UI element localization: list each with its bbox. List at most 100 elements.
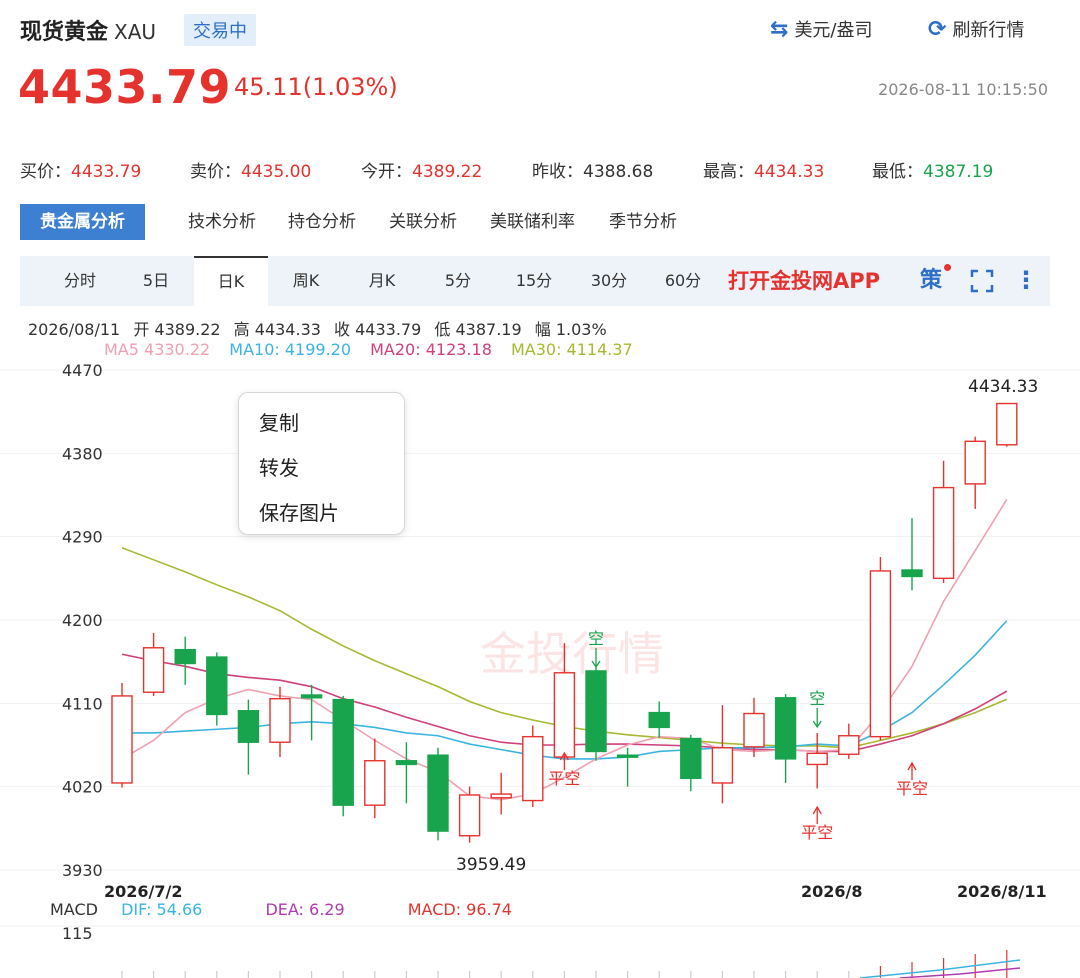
candle-down xyxy=(901,518,923,591)
y-tick-label: 4020 xyxy=(62,778,103,797)
candle-body xyxy=(901,569,923,578)
more-menu-button[interactable]: ⋮ xyxy=(1014,256,1038,304)
candle-body xyxy=(237,710,260,743)
candle-body xyxy=(522,735,544,802)
ohlc-date: 2026/08/11 xyxy=(28,320,121,339)
y-tick-label: 4380 xyxy=(62,444,103,463)
bid-stat: 买价：4433.79 xyxy=(20,157,141,182)
tab-seasonal[interactable]: 季节分析 xyxy=(609,204,677,240)
macd-title: MACD xyxy=(50,900,98,919)
prev-close-stat: 昨收：4388.68 xyxy=(532,157,653,182)
candle-body xyxy=(300,694,323,699)
tab-technical[interactable]: 技术分析 xyxy=(188,204,256,240)
trading-status-badge: 交易中 xyxy=(184,14,256,46)
tab-monthly-k[interactable]: 月K xyxy=(344,256,420,306)
candle-up xyxy=(111,682,133,788)
ma-legend: MA5 4330.22 MA10: 4199.20 MA20: 4123.18 … xyxy=(104,340,647,359)
candle-body xyxy=(269,698,291,743)
candle-body xyxy=(743,712,765,748)
candle-body xyxy=(585,670,607,753)
candle-body xyxy=(174,648,196,665)
ohlc-amplitude: 幅 1.03% xyxy=(534,320,607,339)
ask-stat: 卖价：4435.00 xyxy=(190,157,311,182)
y-tick-label: 4290 xyxy=(62,528,103,547)
candle-body xyxy=(206,656,228,716)
refresh-icon: ⟳ xyxy=(928,16,947,42)
candle-down xyxy=(585,666,607,761)
macd-dea: DEA: 6.29 xyxy=(265,900,345,919)
bid-value: 4433.79 xyxy=(71,162,142,182)
candle-up xyxy=(964,436,986,509)
tab-correlation[interactable]: 关联分析 xyxy=(389,204,457,240)
candle-body xyxy=(616,754,639,758)
tab-5day[interactable]: 5日 xyxy=(118,256,194,306)
candle-down xyxy=(174,636,196,685)
tab-60min[interactable]: 60分 xyxy=(646,256,720,306)
price-change: 45.11(1.03%) xyxy=(234,73,398,101)
candle-up xyxy=(932,460,955,583)
tab-30min[interactable]: 30分 xyxy=(572,256,646,306)
analysis-tabs: 贵金属分析 技术分析 持仓分析 关联分析 美联储利率 季节分析 xyxy=(0,204,1080,240)
trade-signal: 平空 xyxy=(801,805,833,842)
x-axis-label: 2026/8/11 xyxy=(957,882,1047,900)
candle-body xyxy=(774,697,797,760)
prev-close-value: 4388.68 xyxy=(583,162,654,182)
trade-signal: 平空 xyxy=(896,761,928,798)
macd-legend: MACD DIF: 54.66 DEA: 6.29 MACD: 96.74 xyxy=(50,900,530,919)
tab-fed-rate[interactable]: 美联储利率 xyxy=(490,204,575,240)
open-app-link[interactable]: 打开金投网APP xyxy=(728,256,880,306)
currency-toggle-button[interactable]: ⇆ 美元/盎司 xyxy=(770,16,873,42)
quote-header: 现货黄金 XAU 交易中 ⇆ 美元/盎司 ⟳ 刷新行情 4433.79 45.11… xyxy=(0,0,1080,150)
strategy-button[interactable]: 策 xyxy=(920,256,942,306)
tab-precious-metals[interactable]: 贵金属分析 xyxy=(20,204,145,240)
instrument-symbol: XAU xyxy=(114,20,157,44)
y-tick-label: 4470 xyxy=(62,361,103,380)
low-value: 4387.19 xyxy=(923,162,994,182)
candle-up xyxy=(522,725,544,808)
candle-body xyxy=(553,672,576,758)
ask-label: 卖价： xyxy=(190,162,241,182)
macd-value: MACD: 96.74 xyxy=(407,900,512,919)
signal-label: 空 xyxy=(588,629,604,648)
candle-down xyxy=(427,747,449,841)
tab-daily-k[interactable]: 日K xyxy=(194,256,268,306)
candle-up xyxy=(490,772,512,815)
candle-body xyxy=(427,754,449,832)
ma5-legend: MA5 4330.22 xyxy=(104,340,211,359)
candle-body xyxy=(395,760,418,766)
tab-5min[interactable]: 5分 xyxy=(420,256,496,306)
fullscreen-icon[interactable] xyxy=(970,269,994,293)
y-tick-label: 4200 xyxy=(62,611,103,630)
candle-down xyxy=(300,684,323,741)
low-stat: 最低：4387.19 xyxy=(872,157,993,182)
high-value: 4434.33 xyxy=(754,162,825,182)
context-copy[interactable]: 复制 xyxy=(259,407,299,436)
candle-down xyxy=(395,742,418,804)
context-forward[interactable]: 转发 xyxy=(259,452,299,481)
context-save-image[interactable]: 保存图片 xyxy=(259,497,339,526)
signal-label: 空 xyxy=(809,689,825,708)
tab-weekly-k[interactable]: 周K xyxy=(268,256,344,306)
macd-dea-line xyxy=(899,967,1021,978)
ohlc-low: 低 4387.19 xyxy=(434,320,522,339)
candle-body xyxy=(838,735,860,755)
candle-down xyxy=(206,652,228,726)
candle-down xyxy=(648,701,670,738)
y-tick-label: 4110 xyxy=(62,694,103,713)
max-price-label: 4434.33 xyxy=(968,377,1038,397)
signal-label: 平空 xyxy=(896,779,928,798)
candle-up xyxy=(711,705,734,804)
candle-body xyxy=(364,760,386,806)
candle-body xyxy=(964,440,986,485)
prev-close-label: 昨收： xyxy=(532,162,583,182)
candle-down xyxy=(680,734,702,792)
tab-intraday[interactable]: 分时 xyxy=(42,256,118,306)
y-axis: 4470 4380 4290 4200 4110 4020 3930 xyxy=(62,361,103,880)
tab-15min[interactable]: 15分 xyxy=(496,256,572,306)
tab-positions[interactable]: 持仓分析 xyxy=(288,204,356,240)
candlestick-chart[interactable]: 金投行情 4470438042904200411040203930 4434.3… xyxy=(0,360,1080,900)
last-price: 4433.79 xyxy=(18,60,232,114)
ma20-legend: MA20: 4123.18 xyxy=(370,340,492,359)
signal-label: 平空 xyxy=(801,823,833,842)
refresh-button[interactable]: ⟳ 刷新行情 xyxy=(928,16,1024,42)
